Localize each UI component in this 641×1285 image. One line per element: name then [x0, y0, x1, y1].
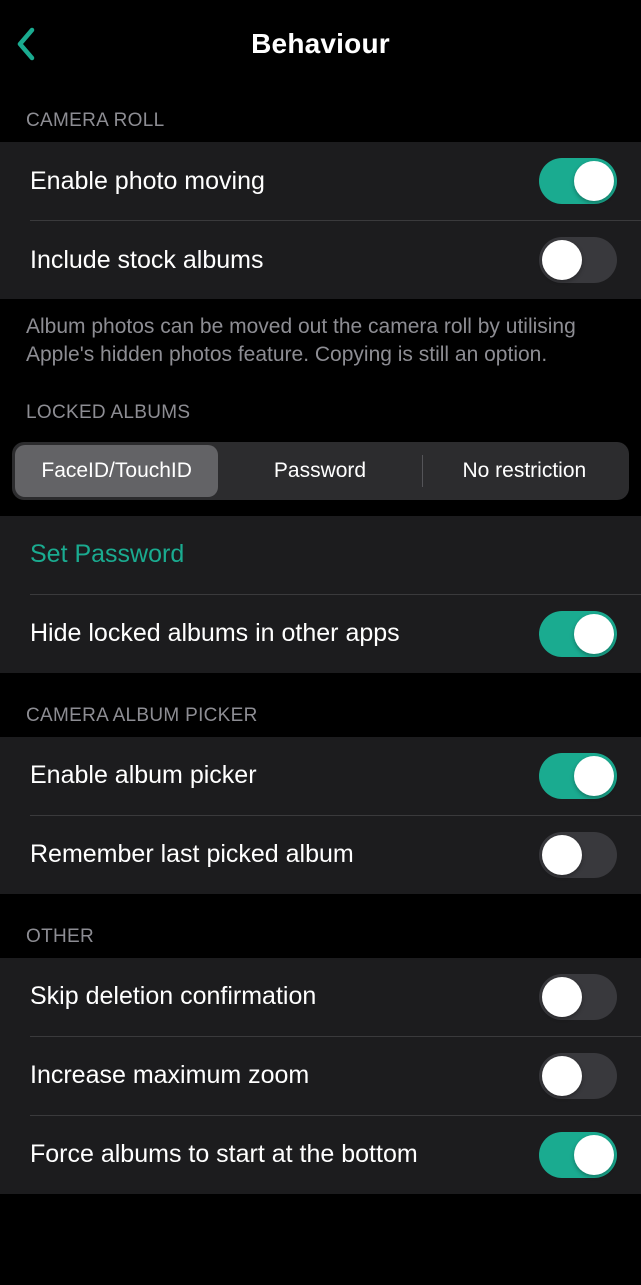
toggle-include-stock-albums[interactable] [539, 237, 617, 283]
row-remember-last-picked[interactable]: Remember last picked album [0, 816, 641, 894]
segment-faceid-touchid[interactable]: FaceID/TouchID [15, 445, 218, 497]
row-label: Include stock albums [30, 246, 263, 275]
divider [0, 815, 641, 816]
section-header-other: OTHER [0, 894, 641, 958]
row-label: Enable photo moving [30, 167, 265, 196]
row-hide-locked-albums[interactable]: Hide locked albums in other apps [0, 595, 641, 673]
row-label: Hide locked albums in other apps [30, 619, 400, 648]
toggle-knob [542, 240, 582, 280]
divider [0, 1115, 641, 1116]
toggle-enable-photo-moving[interactable] [539, 158, 617, 204]
toggle-knob [574, 1135, 614, 1175]
section-header-locked-albums: LOCKED ALBUMS [0, 370, 641, 434]
segment-password[interactable]: Password [218, 445, 421, 497]
divider [0, 220, 641, 221]
row-increase-maximum-zoom[interactable]: Increase maximum zoom [0, 1037, 641, 1115]
row-label: Remember last picked album [30, 840, 354, 869]
row-enable-photo-moving[interactable]: Enable photo moving [0, 142, 641, 220]
row-label: Increase maximum zoom [30, 1061, 309, 1090]
toggle-increase-maximum-zoom[interactable] [539, 1053, 617, 1099]
toggle-skip-deletion-confirmation[interactable] [539, 974, 617, 1020]
row-label: Force albums to start at the bottom [30, 1140, 418, 1169]
row-force-albums-bottom[interactable]: Force albums to start at the bottom [0, 1116, 641, 1194]
section-header-camera-album-picker: CAMERA ALBUM PICKER [0, 673, 641, 737]
chevron-left-icon [14, 26, 36, 62]
row-label: Skip deletion confirmation [30, 982, 316, 1011]
row-skip-deletion-confirmation[interactable]: Skip deletion confirmation [0, 958, 641, 1036]
divider [0, 594, 641, 595]
row-enable-album-picker[interactable]: Enable album picker [0, 737, 641, 815]
toggle-knob [542, 977, 582, 1017]
page-title: Behaviour [0, 28, 641, 60]
toggle-hide-locked-albums[interactable] [539, 611, 617, 657]
toggle-remember-last-picked[interactable] [539, 832, 617, 878]
navigation-header: Behaviour [0, 0, 641, 88]
back-button[interactable] [14, 26, 36, 62]
section-header-camera-roll: CAMERA ROLL [0, 88, 641, 142]
toggle-knob [542, 835, 582, 875]
toggle-knob [574, 161, 614, 201]
section-footer-camera-roll: Album photos can be moved out the camera… [0, 299, 641, 370]
divider [0, 1036, 641, 1037]
toggle-knob [574, 614, 614, 654]
link-set-password: Set Password [30, 540, 184, 569]
segmented-lock-method: FaceID/TouchID Password No restriction [12, 442, 629, 500]
toggle-force-albums-bottom[interactable] [539, 1132, 617, 1178]
row-label: Enable album picker [30, 761, 257, 790]
toggle-enable-album-picker[interactable] [539, 753, 617, 799]
toggle-knob [542, 1056, 582, 1096]
row-include-stock-albums[interactable]: Include stock albums [0, 221, 641, 299]
toggle-knob [574, 756, 614, 796]
segment-no-restriction[interactable]: No restriction [423, 445, 626, 497]
row-set-password[interactable]: Set Password [0, 516, 641, 594]
